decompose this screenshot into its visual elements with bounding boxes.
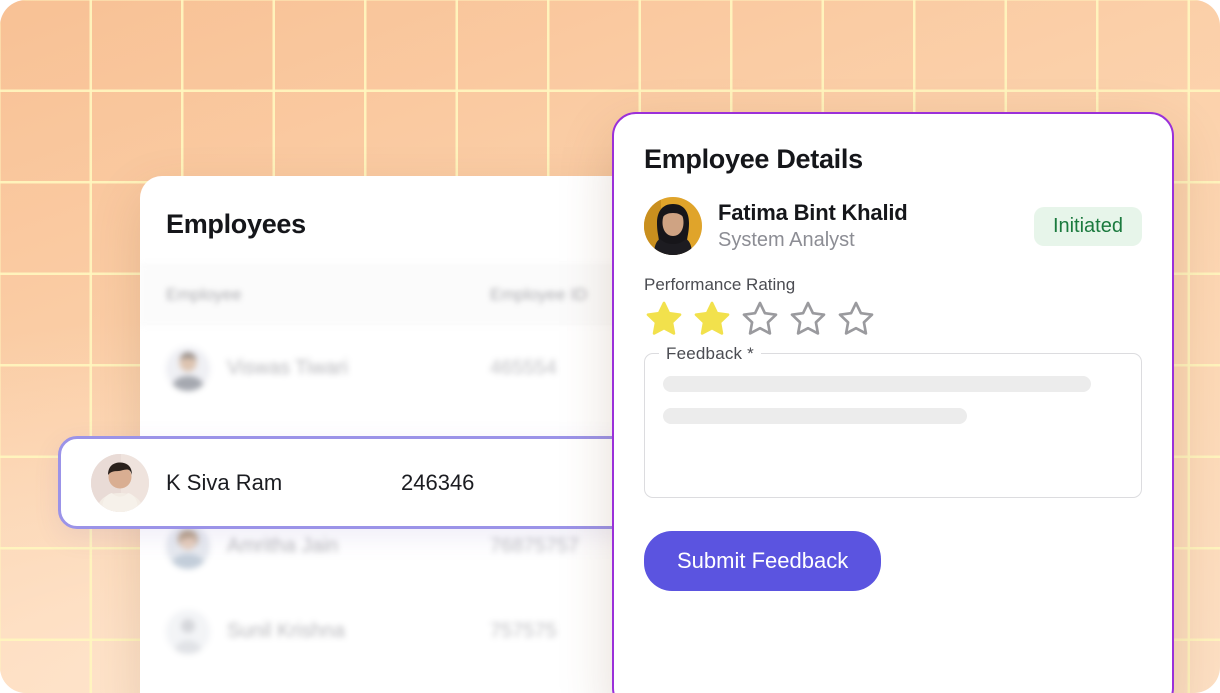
employee-id: 465554 <box>490 357 557 379</box>
avatar <box>644 197 702 255</box>
employee-details-panel: Employee Details Fatima Bint Khalid Syst… <box>612 112 1174 693</box>
employee-name-cell: Sunil Krishna <box>140 609 490 654</box>
employee-name-cell: Amritha Jain <box>140 524 490 569</box>
employee-role: System Analyst <box>718 229 855 251</box>
column-header-employee: Employee <box>166 285 242 304</box>
star-empty-icon[interactable] <box>788 299 828 339</box>
avatar <box>166 346 210 391</box>
employee-name-cell: Viswas Tiwari <box>140 346 490 391</box>
feedback-placeholder-line <box>663 408 967 424</box>
feedback-input[interactable]: Feedback * <box>644 344 1142 498</box>
employee-name: Sunil Krishna <box>227 620 345 642</box>
employee-id: 246346 <box>401 469 475 495</box>
avatar <box>166 609 210 654</box>
star-filled-icon[interactable] <box>644 299 684 339</box>
table-row-selected[interactable]: K Siva Ram 246346 <box>58 436 634 529</box>
avatar <box>91 453 149 512</box>
avatar <box>166 524 210 569</box>
column-header-employee-id: Employee ID <box>490 285 588 304</box>
employee-name: Fatima Bint Khalid <box>718 200 908 225</box>
employee-summary: Fatima Bint Khalid System Analyst Initia… <box>644 197 1142 255</box>
employee-id: 757575 <box>490 620 557 642</box>
employee-meta: Fatima Bint Khalid System Analyst <box>718 200 1034 252</box>
performance-rating-stars[interactable] <box>644 299 1142 339</box>
app-screenshot: Employees Employee Employee ID Viswas Ti… <box>0 0 1220 693</box>
page-title: Employee Details <box>644 144 863 174</box>
star-empty-icon[interactable] <box>836 299 876 339</box>
status-badge: Initiated <box>1033 206 1142 246</box>
employee-name: Amritha Jain <box>227 535 339 557</box>
star-filled-icon[interactable] <box>692 299 732 339</box>
feedback-label: Feedback * <box>659 344 761 364</box>
submit-feedback-button[interactable]: Submit Feedback <box>644 531 882 591</box>
feedback-placeholder-line <box>663 376 1091 392</box>
performance-rating-label: Performance Rating <box>644 275 796 294</box>
star-empty-icon[interactable] <box>740 299 780 339</box>
employee-name-cell: K Siva Ram <box>61 453 401 512</box>
employee-name: Viswas Tiwari <box>227 357 348 379</box>
employee-id: 76875757 <box>490 535 579 557</box>
employee-name: K Siva Ram <box>166 469 283 495</box>
